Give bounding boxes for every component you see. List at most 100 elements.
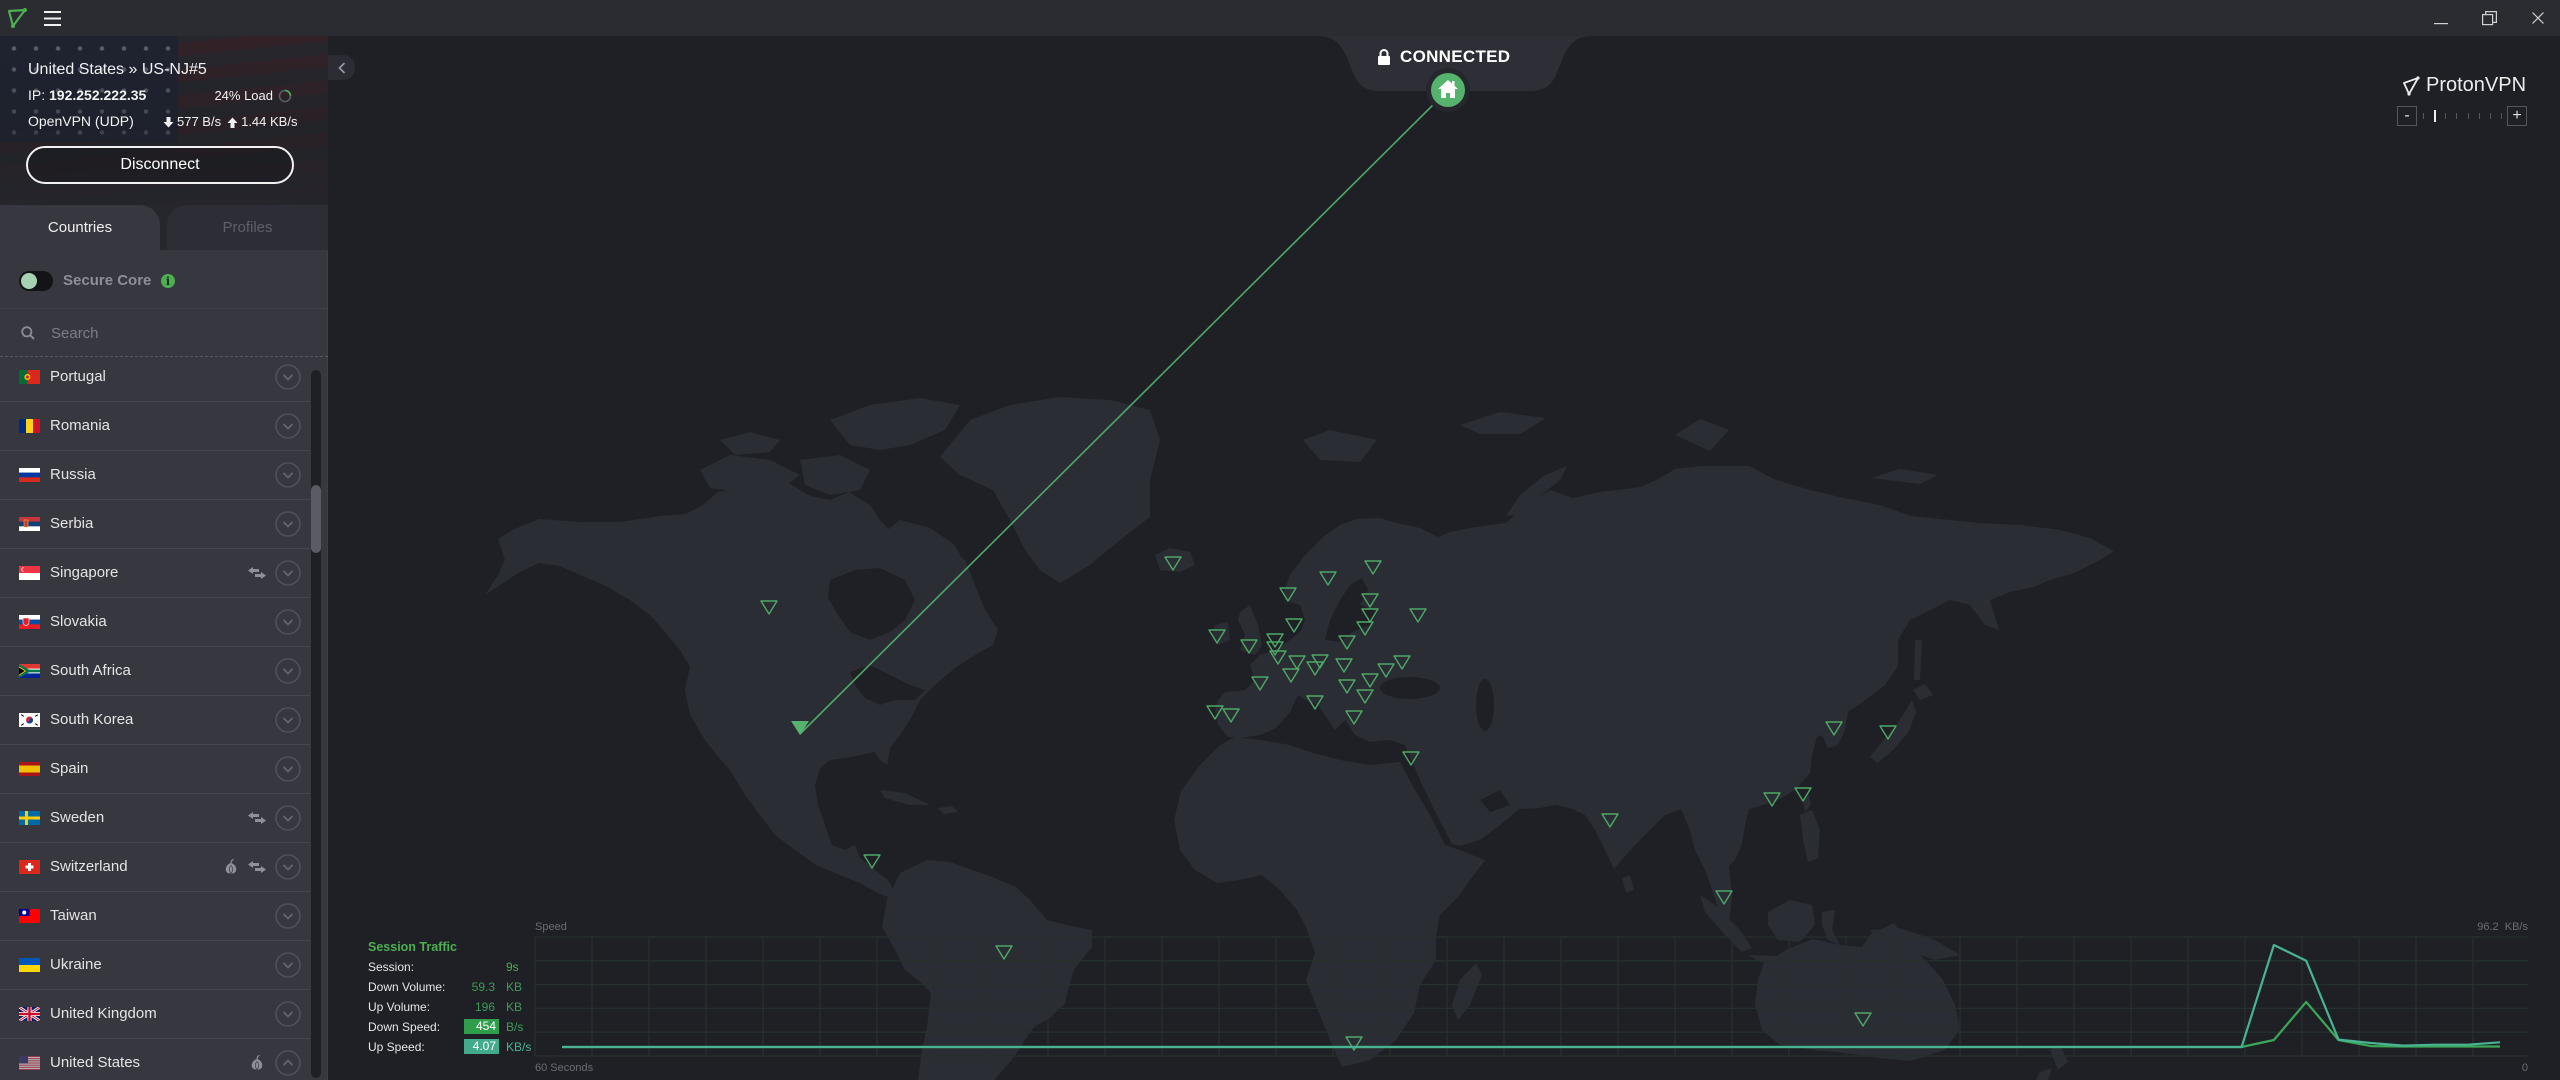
zoom-slider-thumb[interactable] <box>2434 110 2436 122</box>
scrollbar-thumb[interactable] <box>311 485 321 553</box>
info-icon[interactable]: i <box>161 274 175 288</box>
expand-country-button[interactable] <box>275 413 301 439</box>
expand-country-button[interactable] <box>275 854 301 880</box>
expand-country-button[interactable] <box>275 511 301 537</box>
country-row[interactable]: Singapore <box>0 549 310 598</box>
expand-country-button[interactable] <box>275 364 301 390</box>
connected-server-name: United States » US-NJ#5 <box>28 61 207 78</box>
minimize-icon <box>2434 23 2448 25</box>
collapse-country-button[interactable] <box>275 1050 301 1076</box>
country-row[interactable]: South Korea <box>0 696 310 745</box>
ua-flag-icon <box>19 958 40 972</box>
country-row[interactable]: Serbia <box>0 500 310 549</box>
lock-icon <box>1378 49 1390 65</box>
country-row[interactable]: Taiwan <box>0 892 310 941</box>
down-volume-unit: KB <box>506 980 523 994</box>
tor-icon <box>247 1055 267 1071</box>
session-traffic-title: Session Traffic <box>368 940 457 954</box>
country-name: Spain <box>50 760 89 777</box>
up-speed-unit: KB/s <box>506 1040 532 1054</box>
expand-country-button[interactable] <box>275 462 301 488</box>
secure-core-toggle[interactable] <box>19 271 53 291</box>
expand-country-button[interactable] <box>275 560 301 586</box>
up-volume-unit: KB <box>506 1000 523 1014</box>
expand-country-button[interactable] <box>275 903 301 929</box>
chevron-down-icon <box>275 707 301 737</box>
up-speed-badge: 4.07 <box>464 1039 499 1054</box>
country-row[interactable]: Slovakia <box>0 598 310 647</box>
expand-country-button[interactable] <box>275 1001 301 1027</box>
country-list: Portugal Romania Russia Serbia Singapore Slov… <box>0 358 310 1080</box>
minimize-button[interactable] <box>2424 0 2458 36</box>
chevron-down-icon <box>275 756 301 786</box>
expand-country-button[interactable] <box>275 707 301 733</box>
country-name: United States <box>50 1054 141 1071</box>
se-flag-icon <box>19 811 40 825</box>
hamburger-menu-button[interactable] <box>40 0 64 36</box>
country-name: Serbia <box>50 515 94 532</box>
chevron-down-icon <box>275 462 301 492</box>
p2p-icon <box>247 810 267 826</box>
upload-arrow-icon <box>227 117 238 128</box>
country-row[interactable]: Russia <box>0 451 310 500</box>
country-row[interactable]: South Africa <box>0 647 310 696</box>
country-name: South Africa <box>50 662 131 679</box>
rs-flag-icon <box>19 517 40 531</box>
expand-country-button[interactable] <box>275 658 301 684</box>
close-icon <box>2532 12 2544 24</box>
session-value: 9s <box>506 960 519 974</box>
transfer-rates: 577 B/s 1.44 KB/s <box>163 114 297 130</box>
chevron-down-icon <box>275 952 301 982</box>
expand-country-button[interactable] <box>275 952 301 978</box>
es-flag-icon <box>19 762 40 776</box>
expand-country-button[interactable] <box>275 609 301 635</box>
country-row[interactable]: Spain <box>0 745 310 794</box>
country-name: Ukraine <box>50 956 102 973</box>
search-bar <box>0 309 328 357</box>
close-button[interactable] <box>2521 0 2555 36</box>
country-row[interactable]: Switzerland <box>0 843 310 892</box>
tw-flag-icon <box>19 909 40 923</box>
gb-flag-icon <box>18 1005 41 1023</box>
zoom-in-button[interactable]: + <box>2507 106 2527 126</box>
country-row[interactable]: Romania <box>0 402 310 451</box>
country-row[interactable]: Portugal <box>0 358 310 402</box>
ru-flag-icon <box>19 468 40 482</box>
country-list-scrollbar[interactable] <box>311 370 321 1078</box>
brand-logo: ProtonVPN <box>2402 74 2526 97</box>
down-speed-unit: B/s <box>506 1020 524 1034</box>
connection-status: CONNECTED <box>1400 47 1511 66</box>
zoom-tick <box>2423 113 2424 119</box>
collapse-sidebar-button[interactable] <box>328 55 355 80</box>
expand-country-button[interactable] <box>275 805 301 831</box>
chevron-down-icon <box>275 413 301 443</box>
expand-country-button[interactable] <box>275 756 301 782</box>
country-name: Taiwan <box>50 907 97 924</box>
country-row[interactable]: Ukraine <box>0 941 310 990</box>
restore-button[interactable] <box>2472 0 2506 36</box>
zoom-tick <box>2467 113 2469 119</box>
search-icon <box>21 326 35 340</box>
country-name: Romania <box>50 417 111 434</box>
server-load: 24% Load <box>214 88 273 103</box>
chevron-down-icon <box>275 560 301 590</box>
country-row[interactable]: United Kingdom <box>0 990 310 1039</box>
country-row[interactable]: Sweden <box>0 794 310 843</box>
tab-profiles[interactable]: Profiles <box>167 205 328 250</box>
chevron-up-icon <box>275 1050 301 1080</box>
zoom-out-button[interactable]: - <box>2397 106 2417 126</box>
download-rate: 577 B/s <box>177 114 222 129</box>
protonvpn-logo-icon <box>4 0 30 36</box>
chevron-down-icon <box>275 609 301 639</box>
p2p-icon <box>247 565 267 581</box>
disconnect-button[interactable]: Disconnect <box>26 146 294 184</box>
tab-countries[interactable]: Countries <box>0 205 160 250</box>
session-label: Session: <box>368 960 415 974</box>
secure-core-label: Secure Core <box>63 272 152 289</box>
zoom-tick <box>2445 113 2447 119</box>
world-map[interactable] <box>0 0 2560 1080</box>
upload-rate: 1.44 KB/s <box>241 114 298 129</box>
search-input[interactable] <box>51 323 291 343</box>
country-row[interactable]: United States <box>0 1039 310 1080</box>
up-volume-value: 196 <box>474 1000 495 1014</box>
